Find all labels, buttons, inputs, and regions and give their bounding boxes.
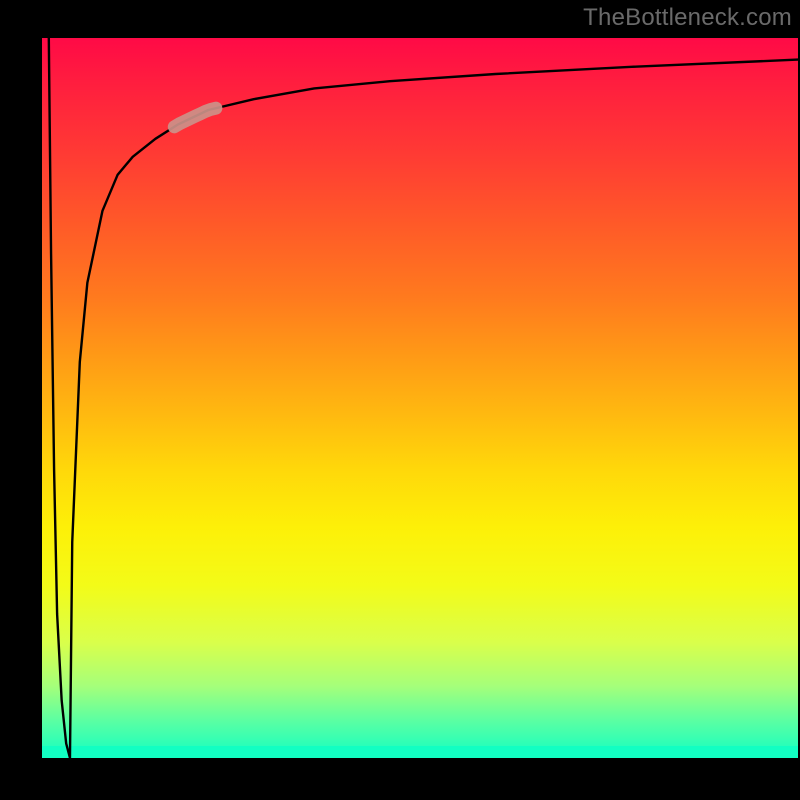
highlight-segment — [174, 108, 216, 127]
watermark-text: TheBottleneck.com — [583, 4, 792, 32]
curve-group — [49, 38, 798, 758]
plot-gradient-area — [42, 38, 798, 758]
highlight-group — [174, 108, 216, 127]
bottleneck-curve-svg — [42, 38, 798, 758]
bottleneck-curve-path — [49, 38, 798, 758]
chart-frame: TheBottleneck.com — [0, 0, 800, 800]
